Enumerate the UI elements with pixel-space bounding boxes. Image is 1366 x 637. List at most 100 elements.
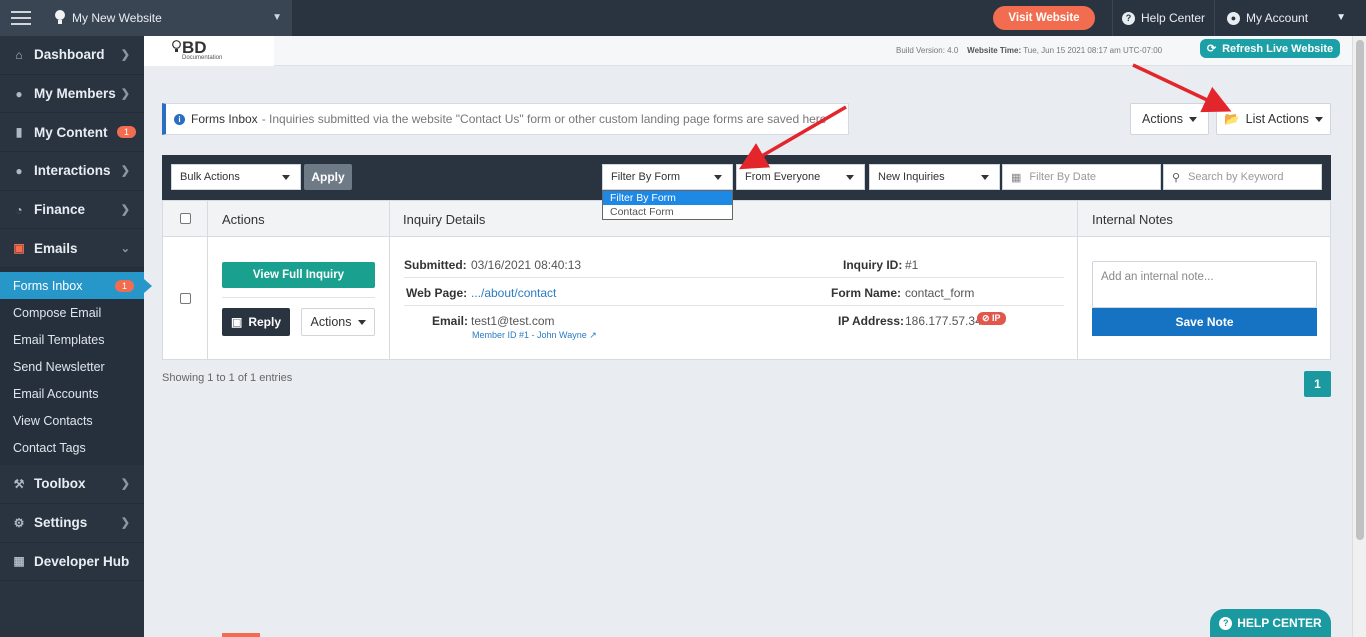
web-page-link[interactable]: .../about/contact <box>471 286 556 300</box>
lightbulb-icon <box>55 10 65 24</box>
internal-note-field[interactable]: Add an internal note... <box>1092 261 1317 308</box>
sidebar-item-settings[interactable]: ⚙ Settings ❯ <box>0 504 144 543</box>
sidebar-item-label: Interactions <box>34 163 111 179</box>
sidebar-item-my-members[interactable]: ● My Members ❯ <box>0 75 144 114</box>
reply-button[interactable]: ▣ Reply <box>222 308 290 336</box>
caret-down-icon <box>846 175 854 180</box>
inquiries-table: Actions Inquiry Details Internal Notes V… <box>162 200 1331 360</box>
column-divider <box>1077 201 1078 359</box>
sidebar-item-label: Forms Inbox <box>13 278 83 293</box>
note-placeholder: Add an internal note... <box>1101 271 1214 283</box>
column-header-details: Inquiry Details <box>403 212 486 227</box>
menu-toggle-icon[interactable] <box>0 0 42 36</box>
sidebar-item-forms-inbox[interactable]: Forms Inbox 1 <box>0 272 152 300</box>
help-center-link[interactable]: ? Help Center <box>1112 0 1214 36</box>
sidebar-item-label: Toolbox <box>34 476 86 492</box>
my-account-menu[interactable]: ● My Account ▼ <box>1214 0 1350 36</box>
pagination-page-1[interactable]: 1 <box>1304 371 1331 397</box>
users-icon: ● <box>15 86 23 101</box>
scrollbar-thumb[interactable] <box>1356 40 1364 540</box>
sidebar-item-label: Developer Hub <box>34 553 130 569</box>
sidebar-item-email-templates[interactable]: Email Templates <box>0 326 144 353</box>
sidebar-item-label: Dashboard <box>34 47 105 63</box>
info-icon: i <box>174 113 185 125</box>
info-bar: i Forms Inbox - Inquiries submitted via … <box>162 103 849 135</box>
refresh-live-website-button[interactable]: ⟳ Refresh Live Website <box>1200 39 1340 58</box>
column-divider <box>207 201 208 359</box>
inquiry-status-select[interactable]: New Inquiries <box>869 164 1000 190</box>
email-label: Email: <box>432 314 469 328</box>
visit-website-button[interactable]: Visit Website <box>993 6 1095 30</box>
sidebar-item-toolbox[interactable]: ⚒ Toolbox ❯ <box>0 465 144 504</box>
search-placeholder: Search by Keyword <box>1188 171 1284 183</box>
sidebar-item-send-newsletter[interactable]: Send Newsletter <box>0 353 144 380</box>
sidebar-item-email-accounts[interactable]: Email Accounts <box>0 380 144 407</box>
ip-address-value: 186.177.57.34 <box>905 314 982 328</box>
sidebar-item-emails[interactable]: ▣ Emails ⌄ <box>0 229 144 269</box>
sidebar-item-dashboard[interactable]: ⌂ Dashboard ❯ <box>0 36 144 75</box>
search-input[interactable]: ⚲ Search by Keyword <box>1163 164 1322 190</box>
question-icon: ? <box>1121 11 1135 25</box>
row-actions-button[interactable]: Actions <box>301 308 375 336</box>
caret-down-icon <box>714 175 722 180</box>
help-center-float-button[interactable]: ? HELP CENTER <box>1210 609 1331 637</box>
member-link-label: Member ID #1 - John Wayne <box>472 330 587 340</box>
bulk-actions-select[interactable]: Bulk Actions <box>171 164 301 190</box>
build-info: Build Version: 4.0 Website Time: Tue, Ju… <box>896 46 1162 55</box>
scrollbar[interactable] <box>1352 36 1366 637</box>
filter-by-form-select[interactable]: Filter By Form <box>602 164 733 190</box>
form-name-value: contact_form <box>905 286 975 300</box>
sidebar-item-label: Settings <box>34 515 88 531</box>
caret-down-icon <box>1314 116 1323 122</box>
sidebar: ⌂ Dashboard ❯ ● My Members ❯ ▮ My Conten… <box>0 36 152 637</box>
sidebar-item-developer-hub[interactable]: ▦ Developer Hub <box>0 543 144 582</box>
member-link[interactable]: Member ID #1 - John Wayne ↗ <box>472 330 597 341</box>
logo-subtitle: Documentation <box>182 55 223 61</box>
ip-address-label: IP Address: <box>838 314 905 328</box>
top-bar: My New Website ▼ Visit Website ? Help Ce… <box>0 0 1366 36</box>
sidebar-item-label: View Contacts <box>13 413 93 428</box>
option-filter-by-form[interactable]: Filter By Form <box>603 191 732 205</box>
row-checkbox[interactable] <box>180 293 191 304</box>
sidebar-item-label: My Members <box>34 86 116 102</box>
actions-dropdown-button[interactable]: Actions <box>1130 103 1209 135</box>
sidebar-item-label: Send Newsletter <box>13 359 105 374</box>
form-name-label: Form Name: <box>831 286 902 300</box>
bottom-indicator <box>222 633 260 637</box>
sidebar-item-compose-email[interactable]: Compose Email <box>0 299 144 326</box>
column-header-actions: Actions <box>222 212 265 227</box>
logo[interactable]: BD Documentation <box>144 36 274 66</box>
inquiry-id-value: #1 <box>905 258 919 272</box>
view-full-inquiry-button[interactable]: View Full Inquiry <box>222 262 375 288</box>
save-note-button[interactable]: Save Note <box>1092 308 1317 336</box>
ip-ban-badge[interactable]: ⊘ IP <box>977 312 1006 325</box>
chevron-down-icon: ▼ <box>272 12 282 23</box>
count-badge: 1 <box>116 126 136 139</box>
sidebar-item-my-content[interactable]: ▮ My Content 1 <box>0 113 144 153</box>
caret-down-icon <box>282 175 290 180</box>
list-actions-button[interactable]: 📂 List Actions <box>1216 103 1331 135</box>
reply-icon: ▣ <box>230 315 243 329</box>
home-icon: ⌂ <box>15 47 23 62</box>
option-contact-form[interactable]: Contact Form <box>603 205 732 219</box>
website-time-value: Tue, Jun 15 2021 08:17 am UTC-07:00 <box>1023 46 1163 55</box>
folder-icon: ▮ <box>15 125 23 140</box>
website-time-label: Website Time: <box>967 46 1022 55</box>
inquiry-status-value: New Inquiries <box>878 171 945 183</box>
sidebar-item-label: Finance <box>34 202 86 218</box>
site-selector[interactable]: My New Website ▼ <box>42 0 292 36</box>
column-divider <box>389 201 390 359</box>
actions-label: Actions <box>1142 112 1183 126</box>
sidebar-item-contact-tags[interactable]: Contact Tags <box>0 434 144 461</box>
filter-by-date-input[interactable]: ▦ Filter By Date <box>1002 164 1161 190</box>
from-everyone-select[interactable]: From Everyone <box>736 164 865 190</box>
question-icon: ? <box>1219 616 1233 630</box>
caret-down-icon <box>357 319 366 325</box>
submitted-value: 03/16/2021 08:40:13 <box>471 258 582 272</box>
sidebar-item-view-contacts[interactable]: View Contacts <box>0 407 144 434</box>
sidebar-item-finance[interactable]: ◔ Finance ❯ <box>0 191 144 230</box>
build-value: 4.0 <box>947 46 959 55</box>
select-all-checkbox[interactable] <box>180 213 191 224</box>
sidebar-item-interactions[interactable]: ● Interactions ❯ <box>0 152 144 191</box>
apply-button[interactable]: Apply <box>304 164 352 190</box>
